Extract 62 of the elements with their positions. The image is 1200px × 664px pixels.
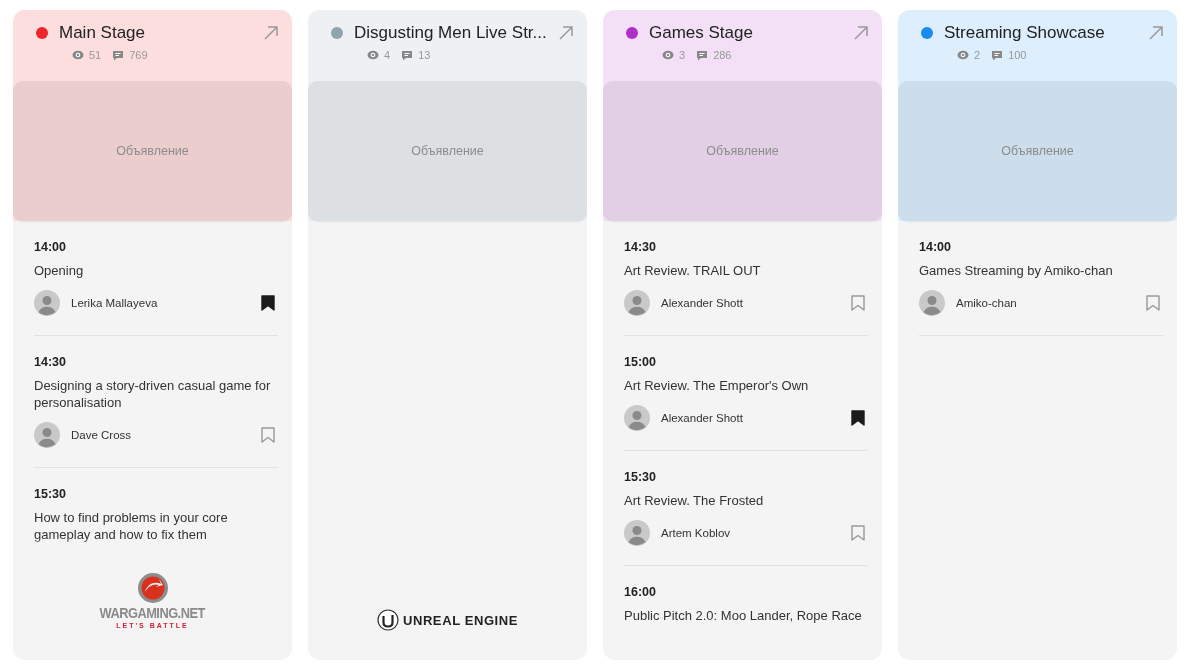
session-title[interactable]: Art Review. The Frosted [624,492,868,509]
stage-title[interactable]: Disgusting Men Live Str... [354,23,559,43]
comments-icon [696,49,709,61]
speaker-name[interactable]: Alexander Shott [661,297,851,309]
stage-title[interactable]: Games Stage [649,23,854,43]
comments-icon [112,49,125,61]
sponsor-logo-text: UNREAL ENGINE [402,612,519,628]
session-title[interactable]: How to find problems in your core gameplay and how to fix them [34,509,278,543]
views-icon [72,50,84,60]
views-icon [662,50,674,60]
avatar-icon [34,422,60,448]
session-time: 14:00 [919,240,951,254]
views-icon [957,50,969,60]
avatar-icon [624,520,650,546]
logo-icon [376,609,399,631]
expand-arrow-icon[interactable] [854,26,868,40]
session-title[interactable]: Opening [34,262,278,279]
session-title[interactable]: Public Pitch 2.0: Moo Lander, Rope Race [624,607,868,624]
speaker-name[interactable]: Artem Koblov [661,527,851,539]
stage-title[interactable]: Main Stage [59,23,264,43]
ad-label: Объявление [706,144,779,158]
session-time: 14:30 [34,355,66,369]
bookmark-icon[interactable] [851,410,865,426]
expand-arrow-icon[interactable] [559,26,573,40]
session-title[interactable]: Designing a story-driven casual game for personalisation [34,377,278,411]
views-count: 3 [679,49,686,61]
session-time: 16:00 [624,585,656,599]
avatar-icon [919,290,945,316]
session-time: 15:30 [624,470,656,484]
session-time: 15:30 [34,487,66,501]
ad-label: Объявление [1001,144,1074,158]
avatar-icon [624,405,650,431]
speaker-name[interactable]: Lerika Mallayeva [71,297,261,309]
comments-icon [991,49,1004,61]
stage-title[interactable]: Streaming Showcase [944,23,1149,43]
session-title[interactable]: Art Review. The Emperor's Own [624,377,868,394]
ad-label: Объявление [116,144,189,158]
session-time: 14:30 [624,240,656,254]
views-count: 2 [974,49,981,61]
session-time: 14:00 [34,240,66,254]
session-title[interactable]: Art Review. TRAIL OUT [624,262,868,279]
avatar-icon [34,290,60,316]
views-count: 4 [384,49,391,61]
logo-icon [136,571,169,604]
comments-count: 13 [418,49,431,61]
comments-count: 769 [129,49,148,61]
avatar-icon [624,290,650,316]
sponsor-logo-text: WARGAMING.NET [99,604,206,621]
ad-label: Объявление [411,144,484,158]
comments-count: 286 [713,49,732,61]
session-time: 15:00 [624,355,656,369]
speaker-name[interactable]: Alexander Shott [661,412,851,424]
views-count: 51 [89,49,102,61]
expand-arrow-icon[interactable] [264,26,278,40]
session-title[interactable]: Games Streaming by Amiko-chan [919,262,1163,279]
views-icon [367,50,379,60]
bookmark-icon[interactable] [261,295,275,311]
comments-icon [401,49,414,61]
comments-count: 100 [1008,49,1027,61]
speaker-name[interactable]: Dave Cross [71,429,261,441]
expand-arrow-icon[interactable] [1149,26,1163,40]
speaker-name[interactable]: Amiko-chan [956,297,1146,309]
